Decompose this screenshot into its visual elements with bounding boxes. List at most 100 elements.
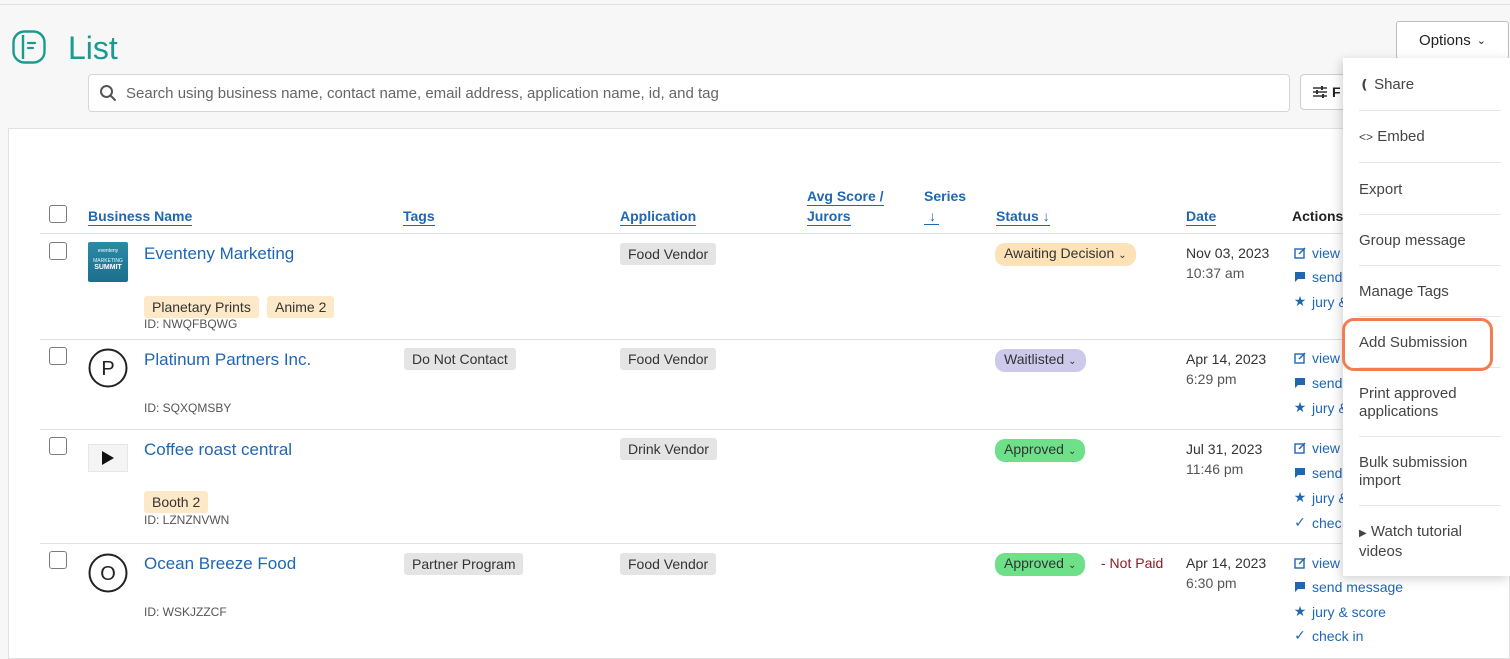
avatar: O <box>88 553 128 593</box>
status-dropdown[interactable]: Approved ⌄ <box>995 553 1086 576</box>
add-submission-highlight <box>1342 318 1493 371</box>
chevron-down-icon: ⌄ <box>1118 250 1127 261</box>
check-in-action[interactable]: ✓ chec <box>1293 514 1341 531</box>
select-all-checkbox[interactable] <box>49 205 67 223</box>
menu-item-export[interactable]: Export <box>1359 181 1501 199</box>
view-action[interactable]: view <box>1293 245 1340 261</box>
submission-id: ID: NWQFBQWG <box>144 317 238 331</box>
application-chip: Food Vendor <box>620 243 717 265</box>
submission-date: Apr 14, 2023 6:30 pm <box>1186 555 1267 591</box>
menu-item-print-approved[interactable]: Print approved applications <box>1359 385 1501 421</box>
send-message-action[interactable]: send <box>1293 269 1342 285</box>
col-actions: Actions <box>1292 208 1344 224</box>
options-button[interactable]: Options ⌄ <box>1396 21 1509 59</box>
menu-item-group-message[interactable]: Group message <box>1359 232 1501 250</box>
check-icon: ✓ <box>1294 627 1306 643</box>
view-action[interactable]: view <box>1293 440 1340 456</box>
sort-arrow-icon: ↓ <box>924 208 939 225</box>
submission-table-panel <box>8 128 1510 659</box>
view-action[interactable]: view <box>1293 350 1340 366</box>
row-checkbox[interactable] <box>49 242 67 260</box>
row-checkbox[interactable] <box>49 347 67 365</box>
business-name-link[interactable]: Ocean Breeze Food <box>144 554 296 574</box>
submission-id: ID: LZNZNVWN <box>144 513 230 527</box>
business-name-link[interactable]: Eventeny Marketing <box>144 244 294 264</box>
external-link-icon <box>1293 247 1307 259</box>
menu-item-share[interactable]: ❪ Share <box>1359 76 1501 94</box>
video-thumbnail <box>88 444 128 472</box>
external-link-icon <box>1293 442 1307 454</box>
search-bar[interactable] <box>88 74 1290 112</box>
status-dropdown[interactable]: Approved ⌄ <box>995 439 1086 462</box>
row-divider <box>40 543 1342 544</box>
col-status[interactable]: Status ↓ <box>996 206 1050 226</box>
application-chip: Drink Vendor <box>620 438 717 460</box>
menu-divider <box>1359 505 1501 506</box>
options-label: Options <box>1419 31 1471 49</box>
jury-score-action[interactable]: ★ jury & <box>1293 293 1348 310</box>
menu-item-manage-tags[interactable]: Manage Tags <box>1359 283 1501 301</box>
chevron-down-icon: ⌄ <box>1067 446 1077 457</box>
star-icon: ★ <box>1293 603 1307 619</box>
svg-text:P: P <box>101 358 114 380</box>
business-name-link[interactable]: Platinum Partners Inc. <box>144 350 311 370</box>
menu-item-embed[interactable]: <> Embed <box>1359 128 1501 146</box>
message-icon <box>1293 581 1307 593</box>
options-dropdown-menu: ❪ Share <> Embed Export Group message Ma… <box>1343 58 1510 576</box>
menu-divider <box>1359 162 1501 163</box>
tag-chip: Partner Program <box>404 553 524 575</box>
message-icon <box>1293 377 1307 389</box>
application-chip: Food Vendor <box>620 553 717 575</box>
star-icon: ★ <box>1293 399 1307 415</box>
menu-divider <box>1359 265 1501 266</box>
chevron-down-icon: ⌄ <box>1067 560 1077 571</box>
business-logo: eventeny MARKETING SUMMIT <box>88 242 128 282</box>
search-icon <box>100 85 116 101</box>
jury-score-action[interactable]: ★ jury & <box>1293 489 1348 506</box>
col-application[interactable]: Application <box>620 206 697 226</box>
row-divider <box>40 339 1342 340</box>
search-input[interactable] <box>126 84 1276 102</box>
col-avg-score[interactable]: Avg Score / Jurors <box>807 186 884 226</box>
view-action[interactable]: view <box>1293 555 1340 571</box>
row-checkbox[interactable] <box>49 551 67 569</box>
tag-chip: Booth 2 <box>144 491 209 513</box>
payment-status: - Not Paid <box>1101 555 1164 571</box>
filter-sliders-icon <box>1313 86 1327 98</box>
status-dropdown[interactable]: Awaiting Decision ⌄ <box>995 243 1136 266</box>
col-series[interactable]: Series ↓ <box>924 186 966 226</box>
page-title: List <box>68 30 118 66</box>
filter-label: F <box>1332 84 1341 100</box>
tag-chip: Do Not Contact <box>404 348 516 370</box>
submission-id: ID: SQXQMSBY <box>144 401 232 415</box>
menu-item-watch-tutorial[interactable]: ▶ Watch tutorial videos <box>1359 523 1501 561</box>
col-date[interactable]: Date <box>1186 206 1217 226</box>
status-dropdown[interactable]: Waitlisted ⌄ <box>995 349 1086 372</box>
menu-divider <box>1359 436 1501 437</box>
row-checkbox[interactable] <box>49 437 67 455</box>
play-triangle-icon: ▶ <box>1359 528 1367 539</box>
col-business-name[interactable]: Business Name <box>88 206 193 226</box>
business-name-link[interactable]: Coffee roast central <box>144 440 292 460</box>
send-message-action[interactable]: send message <box>1293 579 1403 595</box>
col-tags[interactable]: Tags <box>403 206 435 226</box>
jury-score-action[interactable]: ★ jury & <box>1293 399 1348 416</box>
list-app-icon <box>12 30 46 64</box>
send-message-action[interactable]: send <box>1293 465 1342 481</box>
external-link-icon <box>1293 557 1307 569</box>
send-message-action[interactable]: send <box>1293 375 1342 391</box>
jury-score-action[interactable]: ★ jury & score <box>1293 603 1386 620</box>
avatar: P <box>88 348 128 388</box>
svg-text:O: O <box>100 563 116 585</box>
share-icon: ❪ <box>1359 77 1370 92</box>
check-in-action[interactable]: ✓ check in <box>1293 627 1363 644</box>
message-icon <box>1293 271 1307 283</box>
chevron-down-icon: ⌄ <box>1068 356 1077 367</box>
row-divider <box>40 429 1342 430</box>
application-chip: Food Vendor <box>620 348 717 370</box>
menu-divider <box>1359 110 1501 111</box>
submission-date: Nov 03, 2023 10:37 am <box>1186 245 1270 281</box>
menu-item-bulk-import[interactable]: Bulk submission import <box>1359 454 1501 490</box>
tag-chip: Anime 2 <box>267 296 335 318</box>
play-icon <box>102 451 114 465</box>
